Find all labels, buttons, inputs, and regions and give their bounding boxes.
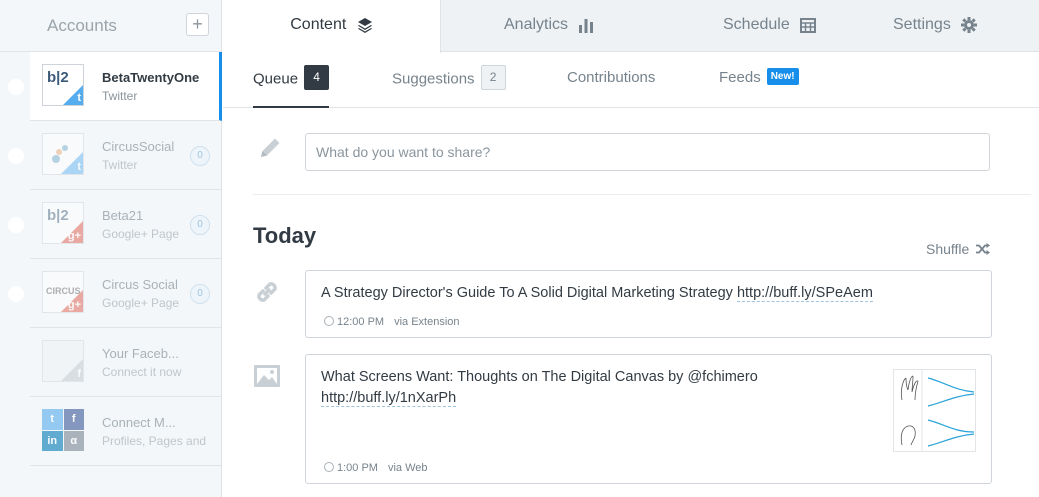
main-panel: Content Analytics Schedule Settings Queu… bbox=[223, 0, 1039, 497]
tab-suggestions[interactable]: Suggestions 2 bbox=[392, 65, 506, 108]
account-name: Your Faceb... bbox=[102, 346, 179, 361]
linkedin-icon: in bbox=[42, 430, 63, 451]
app-net-icon: α bbox=[63, 430, 84, 451]
queue-count-badge: 4 bbox=[304, 65, 330, 90]
accounts-sidebar: Accounts + b|2 t BetaTwentyOne Twitter t… bbox=[0, 0, 222, 497]
post-meta: 12:00 PM via Extension bbox=[324, 316, 460, 328]
link-icon bbox=[257, 282, 277, 302]
tab-analytics[interactable]: Analytics bbox=[504, 0, 594, 52]
new-badge: New! bbox=[766, 68, 799, 86]
facebook-icon: f bbox=[63, 409, 84, 430]
post-text: A Strategy Director's Guide To A Solid D… bbox=[321, 283, 873, 304]
account-indicator bbox=[8, 217, 24, 233]
post-text: What Screens Want: Thoughts on The Digit… bbox=[321, 367, 881, 409]
layers-icon bbox=[357, 17, 372, 33]
tab-queue[interactable]: Queue 4 bbox=[253, 65, 330, 108]
account-item-circus-social-google[interactable]: CIRCUS g+ Circus Social Google+ Page 0 bbox=[30, 259, 222, 328]
top-tab-bar: Content Analytics Schedule Settings bbox=[223, 0, 1039, 53]
calendar-icon bbox=[800, 17, 817, 33]
account-name: Connect M... bbox=[102, 415, 176, 430]
post-time: 12:00 PM bbox=[337, 316, 385, 328]
twitter-icon: t bbox=[42, 409, 63, 430]
account-avatar: b|2 t bbox=[42, 64, 84, 106]
queued-post[interactable]: What Screens Want: Thoughts on The Digit… bbox=[305, 354, 992, 484]
shuffle-label: Shuffle bbox=[926, 241, 970, 257]
account-avatar: b|2 g+ bbox=[42, 202, 84, 244]
post-body: What Screens Want: Thoughts on The Digit… bbox=[321, 369, 758, 385]
account-name: Circus Social bbox=[102, 277, 178, 292]
account-item-connect-more[interactable]: t f in α Connect M... Profiles, Pages an… bbox=[30, 397, 222, 466]
app-window: Accounts + b|2 t BetaTwentyOne Twitter t… bbox=[0, 0, 1039, 497]
account-avatar: t bbox=[42, 133, 84, 175]
account-name: BetaTwentyOne bbox=[102, 70, 200, 85]
account-network: Connect it now bbox=[102, 365, 182, 379]
tab-contributions[interactable]: Contributions bbox=[567, 69, 655, 108]
sub-tab-bar: Queue 4 Suggestions 2 Contributions Feeds N… bbox=[223, 52, 1039, 108]
google-plus-icon: g+ bbox=[67, 230, 81, 242]
add-account-button[interactable]: + bbox=[186, 13, 209, 36]
account-name: Beta21 bbox=[102, 208, 144, 223]
clock-icon bbox=[324, 316, 334, 326]
twitter-icon: t bbox=[77, 92, 81, 104]
tab-label: Contributions bbox=[567, 69, 656, 86]
post-link[interactable]: http://buff.ly/SPeAem bbox=[736, 285, 873, 302]
account-queue-count: 0 bbox=[190, 215, 210, 235]
thumbnail-image bbox=[900, 370, 975, 451]
suggestions-count-badge: 2 bbox=[480, 65, 506, 90]
account-network: Twitter bbox=[102, 89, 138, 103]
share-composer-input[interactable]: What do you want to share? bbox=[305, 133, 990, 171]
twitter-icon: t bbox=[77, 161, 81, 173]
account-indicator bbox=[8, 286, 24, 302]
account-item-connect-facebook[interactable]: f Your Faceb... Connect it now bbox=[30, 328, 222, 397]
post-link[interactable]: http://buff.ly/1nXarPh bbox=[321, 390, 457, 407]
avatar-logo-text: b|2 bbox=[47, 69, 69, 86]
tab-schedule[interactable]: Schedule bbox=[723, 0, 817, 52]
post-source: via Web bbox=[387, 462, 428, 474]
account-item-betatwentyone[interactable]: b|2 t BetaTwentyOne Twitter bbox=[30, 52, 222, 121]
account-indicators bbox=[0, 0, 30, 497]
gear-icon bbox=[961, 16, 978, 33]
tab-label: Analytics bbox=[504, 16, 569, 33]
account-queue-count: 0 bbox=[190, 284, 210, 304]
account-queue-count: 0 bbox=[190, 146, 210, 166]
tab-label: Schedule bbox=[723, 16, 790, 33]
account-network: Profiles, Pages and bbox=[102, 434, 207, 448]
facebook-icon: f bbox=[77, 368, 81, 380]
account-name: CircusSocial bbox=[102, 139, 175, 154]
account-indicator bbox=[8, 79, 24, 95]
account-item-beta21-google[interactable]: b|2 g+ Beta21 Google+ Page 0 bbox=[30, 190, 222, 259]
post-time: 1:00 PM bbox=[337, 462, 378, 474]
bar-chart-icon bbox=[579, 18, 594, 33]
account-item-circussocial-twitter[interactable]: t CircusSocial Twitter 0 bbox=[30, 121, 222, 190]
tab-settings[interactable]: Settings bbox=[893, 0, 978, 52]
tab-label: Settings bbox=[893, 16, 951, 33]
day-heading: Today bbox=[253, 223, 317, 248]
account-avatar: CIRCUS g+ bbox=[42, 271, 84, 313]
tab-label: Content bbox=[290, 16, 347, 33]
pencil-icon bbox=[261, 138, 280, 157]
post-body: A Strategy Director's Guide To A Solid D… bbox=[321, 285, 737, 301]
tab-content[interactable]: Content bbox=[223, 0, 441, 53]
tab-feeds[interactable]: Feeds New! bbox=[719, 68, 799, 108]
shuffle-icon bbox=[976, 243, 991, 255]
image-icon bbox=[254, 365, 280, 387]
account-avatar: f bbox=[42, 340, 84, 382]
tab-label: Queue bbox=[253, 70, 299, 88]
clock-icon bbox=[324, 462, 334, 472]
post-source: via Extension bbox=[394, 316, 460, 328]
tab-label: Suggestions bbox=[392, 70, 475, 88]
shuffle-button[interactable]: Shuffle bbox=[926, 241, 991, 257]
post-thumbnail[interactable] bbox=[893, 369, 976, 452]
sidebar-header: Accounts + bbox=[0, 0, 221, 52]
post-meta: 1:00 PM via Web bbox=[324, 462, 428, 474]
account-indicator bbox=[8, 148, 24, 164]
tab-label: Feeds bbox=[719, 69, 761, 86]
connect-networks-icon: t f in α bbox=[42, 409, 84, 451]
sidebar-title: Accounts bbox=[47, 16, 117, 35]
google-plus-icon: g+ bbox=[67, 299, 81, 311]
divider bbox=[253, 194, 1031, 195]
queued-post[interactable]: A Strategy Director's Guide To A Solid D… bbox=[305, 270, 992, 338]
